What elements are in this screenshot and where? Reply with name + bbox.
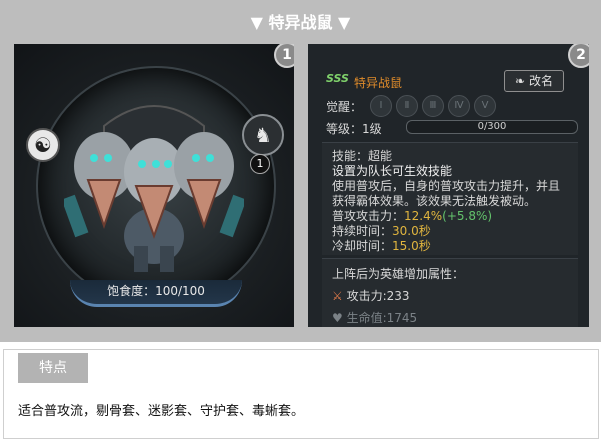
pet-name: 特异战鼠 — [354, 76, 403, 90]
features-tag: 特点 — [18, 353, 88, 383]
rename-icon: ❧ — [515, 74, 526, 88]
features-box: 特点 适合普攻流，剔骨套、迷影套、守护套、毒蜥套。 — [3, 349, 599, 439]
page-title: ▼ 特异战鼠 ▼ — [250, 13, 351, 32]
attr-attack-row: ⚔ 攻击力:233 — [332, 287, 410, 304]
awaken-level-2[interactable]: Ⅱ — [396, 95, 418, 117]
attr-hp: 生命值:1745 — [346, 311, 418, 325]
attr-title: 上阵后为英雄增加属性： — [332, 267, 465, 281]
rank-sss-icon: SSS — [326, 72, 349, 85]
duration-label: 持续时间： — [332, 224, 393, 238]
awaken-label: 觉醒： — [326, 100, 363, 114]
callout-badge-2: 2 — [568, 44, 589, 68]
rename-button[interactable]: ❧ 改名 — [504, 70, 564, 92]
pet-portrait-panel: ☯ ♞ 1 饱食度：100/100 1 — [14, 44, 294, 327]
features-text: 适合普攻流，剔骨套、迷影套、守护套、毒蜥套。 — [18, 404, 305, 419]
skill-cooldown-row: 冷却时间：15.0秒 — [332, 237, 431, 254]
attribute-section: 上阵后为英雄增加属性： ⚔ 攻击力:233 ♥ 生命值:1745 — [322, 258, 578, 327]
level-label: 等级：1级 — [326, 122, 382, 136]
awaken-level-4[interactable]: Ⅳ — [448, 95, 470, 117]
exp-bar: 0/300 — [406, 120, 578, 134]
attr-hp-row: ♥ 生命值:1745 — [332, 309, 417, 326]
awaken-level-3[interactable]: Ⅲ — [422, 95, 444, 117]
satiety-bar: 饱食度：100/100 — [70, 280, 242, 307]
awaken-level-5[interactable]: Ⅴ — [474, 95, 496, 117]
rename-label: 改名 — [528, 74, 553, 88]
attr-attack: 攻击力:233 — [346, 289, 410, 303]
attack-label: 普攻攻击力： — [332, 209, 405, 223]
awaken-level-1[interactable]: Ⅰ — [370, 95, 392, 117]
duration-value: 30.0秒 — [392, 224, 431, 238]
hp-stat-icon: ♥ — [332, 311, 343, 325]
attack-stat-icon: ⚔ — [332, 289, 343, 303]
pet-info-panel: 2 SSS 特异战鼠 ❧ 改名 觉醒： Ⅰ Ⅱ Ⅲ Ⅳ Ⅴ 等级：1级 0/30… — [308, 44, 589, 327]
attack-value: 12.4% — [404, 209, 443, 223]
cooldown-value: 15.0秒 — [392, 239, 431, 253]
pet-level-badge: 1 — [250, 154, 270, 174]
attack-bonus: (+5.8%) — [442, 209, 493, 223]
beast-head-icon[interactable]: ♞ — [242, 114, 284, 156]
war-rat-creature-image — [64, 105, 244, 272]
callout-badge-1: 1 — [274, 44, 294, 68]
skill-section: 技能：超能 设置为队长可生效技能 使用普攻后，自身的普攻攻击力提升，并且 获得霸… — [322, 142, 578, 255]
element-swirl-icon: ☯ — [26, 128, 60, 162]
cooldown-label: 冷却时间： — [332, 239, 393, 253]
